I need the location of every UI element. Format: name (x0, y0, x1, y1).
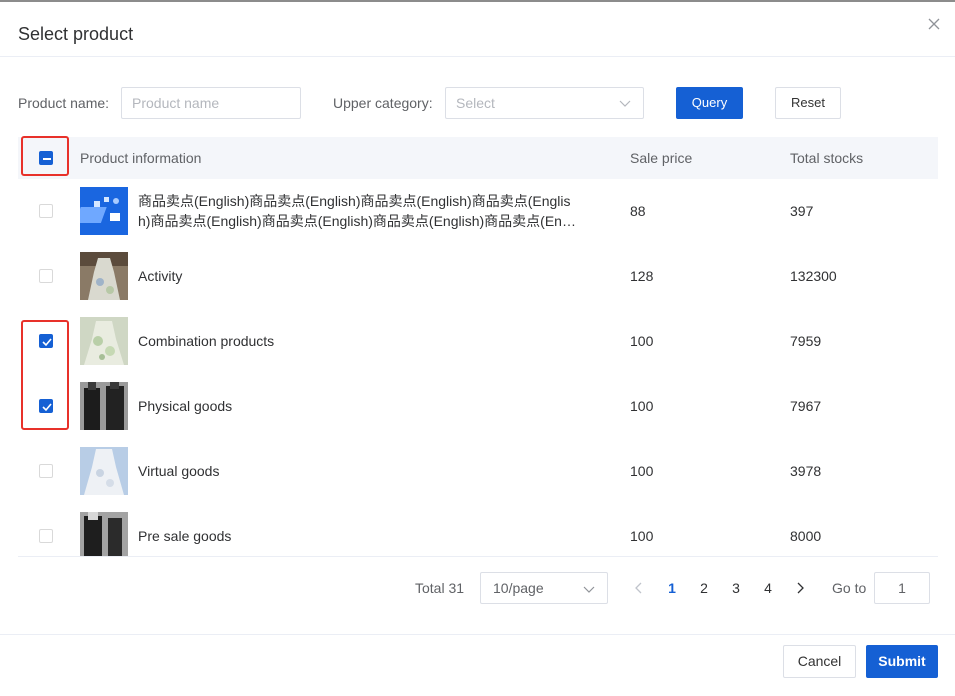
sale-price: 100 (630, 528, 654, 544)
page-3[interactable]: 3 (728, 580, 744, 596)
row-checkbox[interactable] (39, 464, 53, 478)
product-name: Pre sale goods (138, 528, 232, 544)
header-total-stocks: Total stocks (790, 150, 864, 166)
table-row[interactable]: 商品卖点(English)商品卖点(English)商品卖点(English)商… (18, 179, 938, 245)
product-thumbnail (80, 382, 128, 430)
total-stocks: 8000 (790, 528, 822, 544)
submit-button[interactable]: Submit (866, 645, 938, 678)
total-stocks: 132300 (790, 268, 837, 284)
goto-page-input[interactable] (874, 572, 930, 604)
row-checkbox[interactable] (39, 399, 53, 413)
product-thumbnail (80, 252, 128, 300)
sale-price: 100 (630, 398, 654, 414)
product-name: Physical goods (138, 398, 233, 414)
chevron-down-icon (583, 586, 595, 593)
header-divider (0, 56, 955, 57)
check-icon (42, 403, 52, 412)
product-name: Activity (138, 268, 183, 284)
header-product-information: Product information (80, 150, 202, 166)
product-name: 商品卖点(English)商品卖点(English)商品卖点(English)商… (138, 193, 576, 229)
goto-label: Go to (832, 580, 867, 596)
total-stocks: 7967 (790, 398, 822, 414)
product-thumbnail (80, 317, 128, 365)
total-stocks: 7959 (790, 333, 822, 349)
table-row[interactable]: Pre sale goods 100 8000 (18, 504, 938, 557)
page-4[interactable]: 4 (760, 580, 776, 596)
sale-price: 100 (630, 463, 654, 479)
select-all-checkbox[interactable] (39, 151, 53, 165)
row-checkbox[interactable] (39, 269, 53, 283)
top-border (0, 0, 955, 2)
total-stocks: 397 (790, 203, 814, 219)
close-icon[interactable] (924, 14, 944, 34)
reset-button[interactable]: Reset (775, 87, 841, 119)
table-row[interactable]: Virtual goods 100 3978 (18, 439, 938, 505)
next-page-icon[interactable] (795, 581, 805, 595)
table-row[interactable]: Combination products 100 7959 (18, 309, 938, 375)
footer-divider (0, 634, 955, 635)
product-thumbnail (80, 512, 128, 556)
product-name: Combination products (138, 333, 275, 349)
page-1[interactable]: 1 (664, 580, 680, 596)
row-checkbox[interactable] (39, 204, 53, 218)
row-checkbox[interactable] (39, 334, 53, 348)
minus-icon (43, 158, 51, 160)
dialog-title: Select product (18, 24, 134, 44)
check-icon (42, 338, 52, 347)
chevron-down-icon (619, 100, 631, 107)
product-thumbnail (80, 187, 128, 235)
product-name: Virtual goods (138, 463, 220, 479)
row-checkbox[interactable] (39, 529, 53, 543)
table-row[interactable]: Activity 128 132300 (18, 244, 938, 310)
upper-category-select[interactable]: Select (445, 87, 644, 119)
product-thumbnail (80, 447, 128, 495)
sale-price: 100 (630, 333, 654, 349)
cancel-button[interactable]: Cancel (783, 645, 856, 678)
table-header: Product information Sale price Total sto… (18, 137, 938, 180)
page-size-select[interactable]: 10/page (480, 572, 608, 604)
total-stocks: 3978 (790, 463, 822, 479)
product-name-label: Product name: (18, 95, 110, 111)
upper-category-label: Upper category: (333, 95, 433, 111)
upper-category-placeholder: Select (456, 95, 495, 111)
sale-price: 128 (630, 268, 654, 284)
page-2[interactable]: 2 (696, 580, 712, 596)
pagination-total: Total 31 (415, 580, 465, 596)
header-sale-price: Sale price (630, 150, 693, 166)
page-size-value: 10/page (493, 580, 544, 596)
prev-page-icon[interactable] (634, 581, 644, 595)
table-row[interactable]: Physical goods 100 7967 (18, 374, 938, 440)
sale-price: 88 (630, 203, 646, 219)
product-name-input[interactable] (121, 87, 301, 119)
query-button[interactable]: Query (676, 87, 743, 119)
